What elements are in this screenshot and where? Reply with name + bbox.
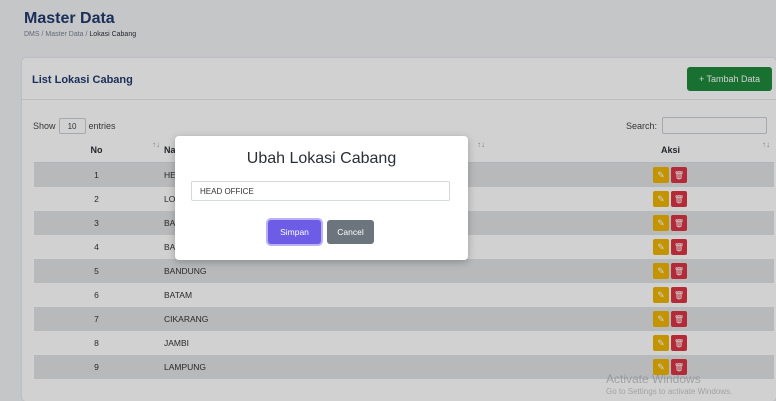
watermark-line2: Go to Settings to activate Windows. (606, 387, 733, 396)
edit-location-modal: Ubah Lokasi Cabang HEAD OFFICE Simpan Ca… (175, 136, 468, 260)
save-button[interactable]: Simpan (268, 220, 321, 244)
activate-windows-watermark: Activate Windows Go to Settings to activ… (606, 372, 732, 396)
watermark-line1: Activate Windows (606, 372, 701, 386)
modal-title: Ubah Lokasi Cabang (246, 150, 397, 167)
location-name-input[interactable]: HEAD OFFICE (191, 181, 450, 201)
cancel-button[interactable]: Cancel (327, 220, 374, 244)
